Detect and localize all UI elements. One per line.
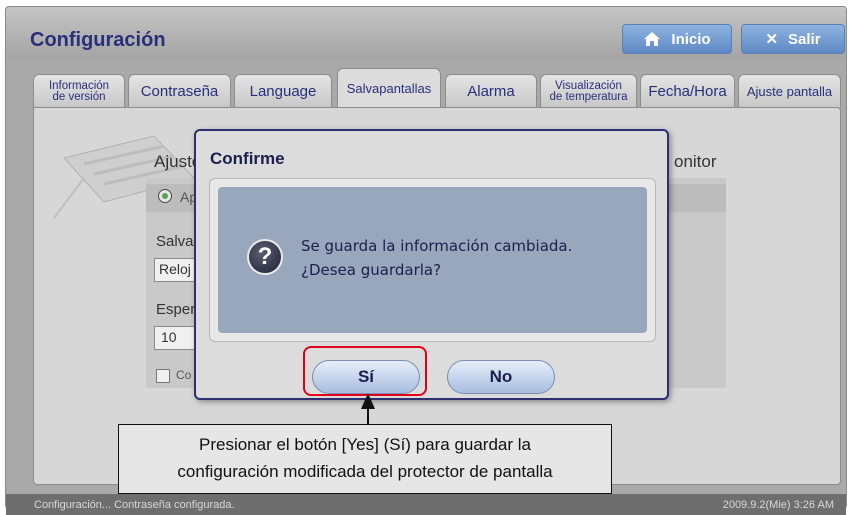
settings-tabs: Información de versión Contraseña Languag… <box>33 68 843 108</box>
dialog-title: Confirme <box>210 149 285 168</box>
option-checkbox[interactable] <box>156 369 170 383</box>
screensaver-type-label: Salva <box>156 233 194 250</box>
tab-date-time[interactable]: Fecha/Hora <box>640 74 735 108</box>
exit-label: Salir <box>788 30 821 48</box>
exit-button[interactable]: ✕ Salir <box>741 24 845 54</box>
page-title: Configuración <box>30 29 166 51</box>
tab-alarm[interactable]: Alarma <box>445 74 537 108</box>
home-icon <box>644 32 661 46</box>
tab-temperature-display[interactable]: Visualización de temperatura <box>540 74 637 108</box>
dialog-message-area: ? Se guarda la información cambiada. ¿De… <box>218 187 647 333</box>
yes-button-highlight <box>303 346 427 396</box>
close-icon: ✕ <box>765 31 779 48</box>
tab-screen-adjust[interactable]: Ajuste pantalla <box>738 74 841 108</box>
status-message: Configuración... Contraseña configurada. <box>34 498 235 511</box>
tab-version-info[interactable]: Información de versión <box>33 74 125 108</box>
tab-language[interactable]: Language <box>234 74 332 108</box>
confirm-dialog: Confirme ? Se guarda la información camb… <box>194 129 669 400</box>
title-bar: Configuración Inicio ✕ Salir <box>6 7 846 59</box>
monitor-label: onitor <box>674 152 717 171</box>
status-datetime: 2009.9.2(Mie) 3:26 AM <box>722 498 834 511</box>
option-radio[interactable] <box>158 189 172 203</box>
callout-arrow-icon <box>361 393 375 409</box>
dialog-message: Se guarda la información cambiada. ¿Dese… <box>301 237 573 279</box>
instruction-callout: Presionar el botón [Yes] (Sí) para guard… <box>118 424 612 494</box>
home-button[interactable]: Inicio <box>622 24 732 54</box>
no-button[interactable]: No <box>447 360 555 394</box>
wait-time-label: Esper <box>156 301 196 318</box>
status-bar: Configuración... Contraseña configurada.… <box>6 494 846 515</box>
checkbox-label: Co <box>176 368 192 382</box>
tab-password[interactable]: Contraseña <box>128 74 231 108</box>
dialog-body: ? Se guarda la información cambiada. ¿De… <box>209 178 656 342</box>
tab-screensaver[interactable]: Salvapantallas <box>337 68 441 108</box>
question-icon: ? <box>247 239 283 275</box>
home-label: Inicio <box>671 30 711 48</box>
